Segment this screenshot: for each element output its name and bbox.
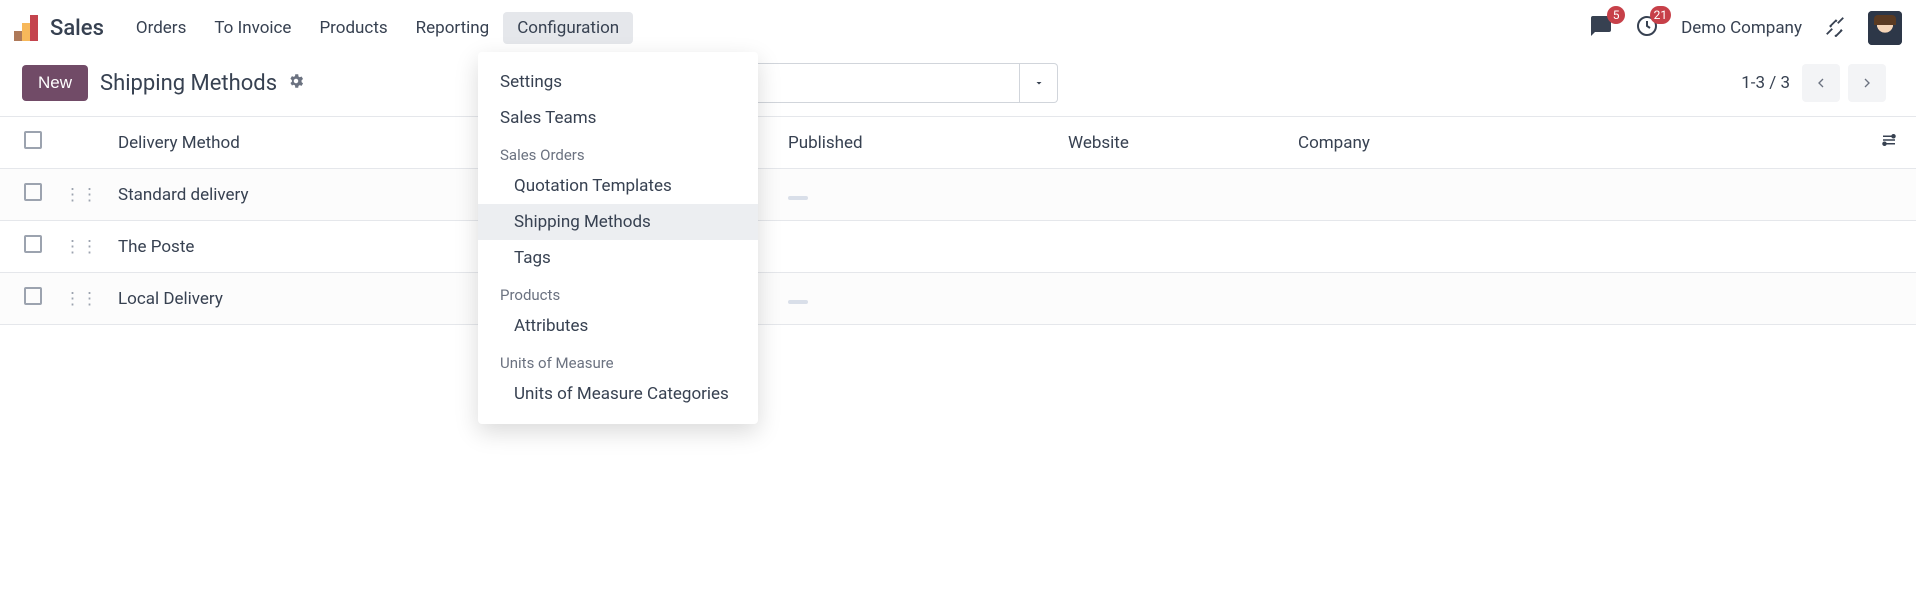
nav-to-invoice[interactable]: To Invoice [200, 12, 305, 44]
messages-badge: 5 [1607, 6, 1625, 24]
menu-item-attributes[interactable]: Attributes [478, 308, 758, 344]
drag-handle-icon[interactable]: ⋮⋮ [64, 185, 98, 205]
drag-handle-icon[interactable]: ⋮⋮ [64, 237, 98, 257]
col-header-company[interactable]: Company [1288, 117, 1870, 169]
menu-item-sales-teams[interactable]: Sales Teams [478, 100, 758, 136]
published-tag [788, 196, 808, 200]
avatar[interactable] [1868, 11, 1902, 45]
topnav: Sales Orders To Invoice Products Reporti… [0, 0, 1916, 56]
menu-item-shipping-methods[interactable]: Shipping Methods [478, 204, 758, 240]
pager-text: 1-3 / 3 [1741, 73, 1794, 93]
menu-section-products: Products [478, 276, 758, 308]
menu-section-uom: Units of Measure [478, 344, 758, 376]
table-row[interactable]: ⋮⋮ The Poste B [0, 221, 1916, 273]
select-all-checkbox[interactable] [24, 131, 42, 149]
menu-item-settings[interactable]: Settings [478, 64, 758, 100]
app-logo-icon[interactable] [14, 15, 40, 41]
nav-reporting[interactable]: Reporting [402, 12, 504, 44]
configuration-dropdown-menu: Settings Sales Teams Sales Orders Quotat… [478, 52, 758, 424]
cell-method: Local Delivery [108, 273, 488, 325]
col-header-website[interactable]: Website [1058, 117, 1288, 169]
row-checkbox[interactable] [24, 183, 42, 201]
row-checkbox[interactable] [24, 287, 42, 305]
table-row[interactable]: ⋮⋮ Standard delivery Fi [0, 169, 1916, 221]
menu-section-sales-orders: Sales Orders [478, 136, 758, 168]
messages-icon[interactable]: 5 [1589, 14, 1613, 42]
nav-products[interactable]: Products [305, 12, 401, 44]
pager: 1-3 / 3 [1741, 64, 1886, 102]
activities-icon[interactable]: 21 [1635, 14, 1659, 42]
data-table: Delivery Method P Published Website Comp… [0, 116, 1916, 325]
published-tag [788, 300, 808, 304]
debug-icon[interactable] [1824, 15, 1846, 41]
drag-handle-icon[interactable]: ⋮⋮ [64, 289, 98, 309]
adjust-columns-icon[interactable] [1880, 134, 1898, 154]
topnav-right: 5 21 Demo Company [1589, 11, 1902, 45]
gear-icon[interactable] [287, 72, 305, 94]
table-row[interactable]: ⋮⋮ Local Delivery Fi [0, 273, 1916, 325]
page-title: Shipping Methods [100, 71, 277, 96]
pager-next-button[interactable] [1848, 64, 1886, 102]
nav-items: Orders To Invoice Products Reporting Con… [122, 12, 633, 44]
nav-orders[interactable]: Orders [122, 12, 200, 44]
activities-badge: 21 [1650, 6, 1672, 24]
col-header-published[interactable]: Published [778, 117, 1058, 169]
menu-item-tags[interactable]: Tags [478, 240, 758, 276]
cell-method: The Poste [108, 221, 488, 273]
menu-item-uom-categories[interactable]: Units of Measure Categories [478, 376, 758, 412]
pager-prev-button[interactable] [1802, 64, 1840, 102]
app-name[interactable]: Sales [50, 16, 104, 41]
nav-configuration[interactable]: Configuration [503, 12, 633, 44]
row-checkbox[interactable] [24, 235, 42, 253]
cell-method: Standard delivery [108, 169, 488, 221]
control-bar: New Shipping Methods 1-3 / 3 [0, 56, 1916, 116]
company-name[interactable]: Demo Company [1681, 18, 1802, 38]
new-button[interactable]: New [22, 65, 88, 101]
menu-item-quotation-templates[interactable]: Quotation Templates [478, 168, 758, 204]
col-header-method[interactable]: Delivery Method [108, 117, 488, 169]
table-header-row: Delivery Method P Published Website Comp… [0, 117, 1916, 169]
search-dropdown-button[interactable] [1020, 63, 1058, 103]
